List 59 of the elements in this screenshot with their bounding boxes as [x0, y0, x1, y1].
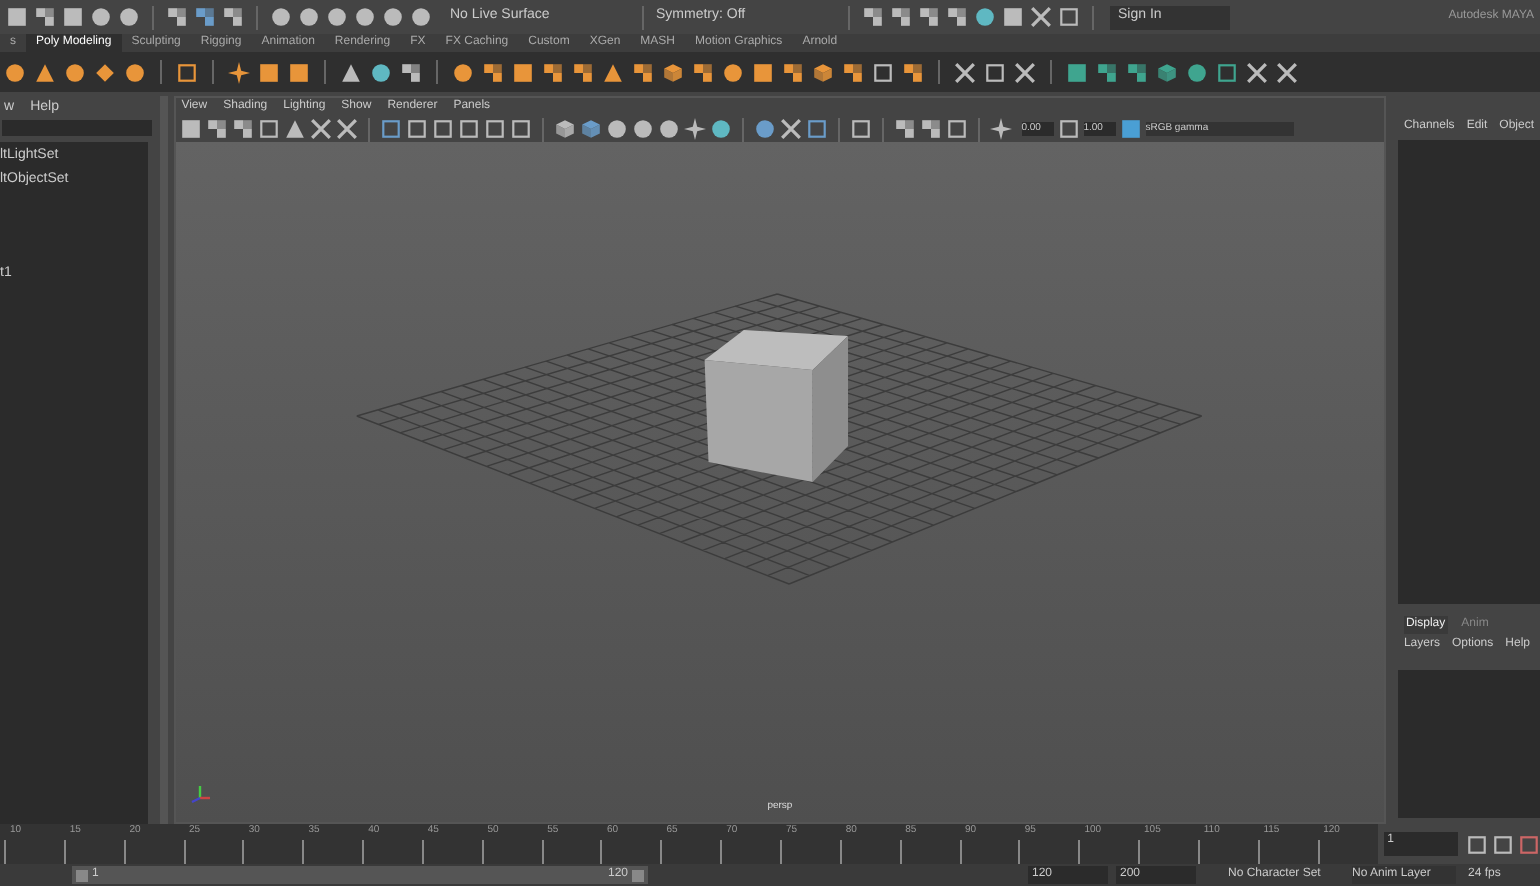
blocks-icon[interactable]: [572, 61, 594, 83]
range-handle[interactable]: [76, 869, 88, 881]
cube-icon[interactable]: [662, 61, 684, 83]
blocks-icon[interactable]: [400, 61, 422, 83]
blocks-icon[interactable]: [782, 61, 804, 83]
blocks-icon[interactable]: [893, 118, 916, 140]
blocks-icon[interactable]: [542, 61, 564, 83]
blocks-icon[interactable]: [482, 61, 504, 83]
star-icon[interactable]: [228, 61, 250, 83]
diamond-icon[interactable]: [94, 61, 116, 83]
circle-icon[interactable]: [452, 61, 474, 83]
frame-icon[interactable]: [1216, 61, 1238, 83]
cube-icon[interactable]: [812, 61, 834, 83]
blocks-icon[interactable]: [632, 61, 654, 83]
circle-icon[interactable]: [370, 61, 392, 83]
circle-icon[interactable]: [722, 61, 744, 83]
cross-icon[interactable]: [1246, 61, 1268, 83]
frame-icon[interactable]: [945, 118, 968, 140]
blocks-icon[interactable]: [842, 61, 864, 83]
range-handle[interactable]: [632, 869, 644, 881]
square-icon[interactable]: [752, 61, 774, 83]
search-field[interactable]: [2, 120, 152, 136]
cone-icon[interactable]: [34, 61, 56, 83]
sphere-icon[interactable]: [605, 118, 628, 140]
frame-icon[interactable]: [872, 61, 894, 83]
square-icon[interactable]: [258, 61, 280, 83]
frame-icon[interactable]: [431, 118, 454, 140]
cross-icon[interactable]: [954, 61, 976, 83]
frame-icon[interactable]: [984, 61, 1006, 83]
frame-icon[interactable]: [405, 118, 428, 140]
cone-icon[interactable]: [602, 61, 624, 83]
blocks-icon[interactable]: [902, 61, 924, 83]
blocks-icon[interactable]: [692, 61, 714, 83]
cross-icon[interactable]: [1276, 61, 1298, 83]
axis-icon: [189, 782, 214, 806]
circle-icon[interactable]: [124, 61, 146, 83]
cube-icon[interactable]: [1156, 61, 1178, 83]
circle-icon[interactable]: [64, 61, 86, 83]
sphere-icon[interactable]: [709, 118, 732, 140]
frame-icon[interactable]: [176, 61, 198, 83]
frame-icon[interactable]: [483, 118, 506, 140]
wireframe-icon[interactable]: [553, 118, 576, 140]
shaded-icon[interactable]: [579, 118, 602, 140]
blocks-icon[interactable]: [1096, 61, 1118, 83]
frame-icon[interactable]: [849, 118, 872, 140]
blocks-icon[interactable]: [919, 118, 942, 140]
square-icon[interactable]: [512, 61, 534, 83]
frame-icon[interactable]: [509, 118, 532, 140]
blocks-icon[interactable]: [1126, 61, 1148, 83]
sphere-icon[interactable]: [631, 118, 654, 140]
square-icon[interactable]: [288, 61, 310, 83]
cross-icon[interactable]: [1014, 61, 1036, 83]
circle-icon[interactable]: [4, 61, 26, 83]
cone-icon[interactable]: [340, 61, 362, 83]
sphere-icon[interactable]: [657, 118, 680, 140]
sphere-icon[interactable]: [753, 118, 776, 140]
frame-icon[interactable]: [457, 118, 480, 140]
square-icon[interactable]: [1066, 61, 1088, 83]
circle-icon[interactable]: [1186, 61, 1208, 83]
